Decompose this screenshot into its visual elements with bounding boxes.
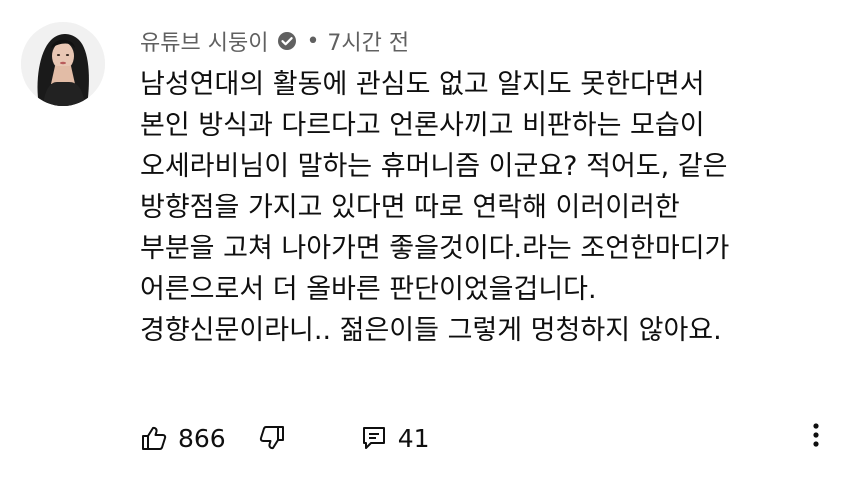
comment-time[interactable]: 7시간 전 xyxy=(327,25,409,57)
more-vertical-icon xyxy=(812,422,820,452)
thumbs-down-icon xyxy=(258,424,286,452)
more-options-button[interactable] xyxy=(805,420,827,454)
reply-button[interactable]: 41 xyxy=(360,424,430,453)
comment-text: 남성연대의 활동에 관심도 없고 알지도 못한다면서 본인 방식과 다르다고 언… xyxy=(140,64,830,351)
comment-line: 오세라비님이 말하는 휴머니즘 이군요? 적어도, 같은 xyxy=(140,151,728,182)
comment-line: 부분을 고쳐 나아가면 좋을것이다.라는 조언한마디가 xyxy=(140,233,730,264)
like-count: 866 xyxy=(178,423,226,453)
dislike-button[interactable] xyxy=(258,424,286,452)
avatar[interactable] xyxy=(21,22,105,106)
author-name[interactable]: 유튜브 시둥이 xyxy=(140,25,268,57)
like-button[interactable]: 866 xyxy=(140,424,226,453)
reply-count: 41 xyxy=(397,423,430,453)
time-separator: • xyxy=(306,28,320,54)
verified-check-icon xyxy=(276,30,298,52)
comment-line: 남성연대의 활동에 관심도 없고 알지도 못한다면서 xyxy=(140,69,705,100)
comment-header: 유튜브 시둥이 • 7시간 전 xyxy=(140,24,409,58)
comment-line: 본인 방식과 다르다고 언론사끼고 비판하는 모습이 xyxy=(140,110,705,141)
comment-line: 경향신문이라니.. 젊은이들 그렇게 멍청하지 않아요. xyxy=(140,315,722,346)
reply-comment-icon xyxy=(360,424,388,452)
comment-actions: 866 41 xyxy=(140,420,430,456)
comment-line: 방향점을 가지고 있다면 따로 연락해 이러이러한 xyxy=(140,192,680,223)
comment-line: 어른으로서 더 올바른 판단이었을겁니다. xyxy=(140,274,597,305)
thumbs-up-icon xyxy=(140,424,168,452)
